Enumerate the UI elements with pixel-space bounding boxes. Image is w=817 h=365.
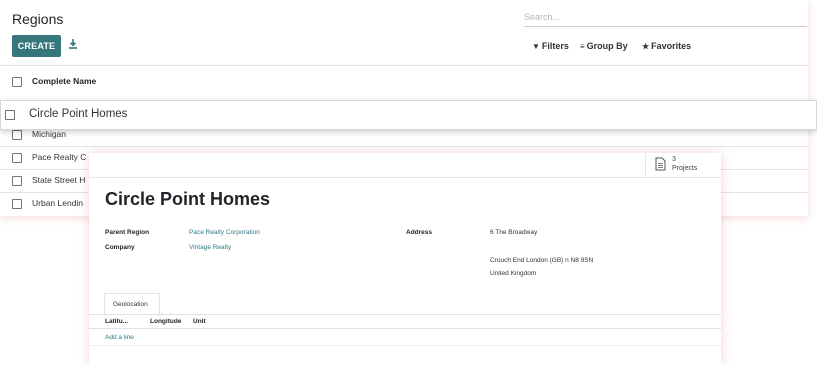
column-header-complete-name[interactable]: Complete Name	[32, 76, 96, 86]
row-name: Michigan	[32, 129, 67, 139]
column-header-unit[interactable]: Unit	[193, 318, 206, 325]
tab-divider	[89, 314, 721, 315]
row-checkbox[interactable]	[5, 110, 15, 120]
tab-geolocation-label: Geolocation	[113, 301, 148, 308]
column-header-latitude[interactable]: Latitu...	[105, 318, 128, 325]
projects-count: 3	[672, 156, 676, 163]
form-preview: 3 Projects Circle Point Homes Parent Reg…	[89, 153, 721, 365]
download-icon[interactable]	[67, 38, 79, 50]
projects-label: Projects	[672, 165, 698, 172]
company-label: Company	[105, 244, 135, 251]
row-name: Circle Point Homes	[29, 108, 128, 120]
button-box: 3 Projects	[89, 153, 721, 178]
address-country: United Kingdom	[490, 270, 537, 277]
row-checkbox[interactable]	[12, 199, 22, 209]
company-link[interactable]: Vintage Realty	[189, 244, 231, 251]
select-all-checkbox[interactable]	[12, 77, 22, 87]
record-name: Circle Point Homes	[105, 189, 271, 209]
row-name: Urban Lendin	[32, 198, 84, 208]
row-checkbox[interactable]	[12, 176, 22, 186]
star-icon: ★	[642, 42, 650, 51]
parent-region-link[interactable]: Pace Realty Corporation	[189, 229, 260, 236]
column-header-longitude[interactable]: Longitude	[150, 318, 181, 325]
projects-stat-button[interactable]: 3 Projects	[645, 153, 721, 177]
table-header-divider	[89, 328, 721, 329]
group-by-label: Group By	[586, 41, 628, 51]
tab-geolocation[interactable]: Geolocation	[104, 293, 160, 316]
filter-icon: ▼	[532, 42, 540, 51]
group-by-button[interactable]: ≡ Group By	[580, 41, 628, 51]
search-input[interactable]	[524, 8, 807, 27]
row-checkbox[interactable]	[12, 130, 22, 140]
parent-region-label: Parent Region	[105, 229, 150, 236]
address-city-zip: Crouch End London (GB) n N8 9SN	[490, 257, 594, 264]
favorites-button[interactable]: ★ Favorites	[642, 41, 691, 51]
document-icon	[655, 157, 666, 171]
row-name: Pace Realty C	[32, 152, 87, 162]
filters-button[interactable]: ▼ Filters	[532, 41, 569, 51]
add-line-link[interactable]: Add a line	[105, 334, 134, 341]
page-title: Regions	[12, 11, 64, 27]
favorites-label: Favorites	[651, 41, 692, 51]
address-label: Address	[406, 229, 433, 236]
filters-label: Filters	[541, 41, 569, 51]
group-by-icon: ≡	[580, 42, 585, 51]
dragged-row[interactable]: Circle Point Homes	[0, 100, 817, 130]
header-divider	[0, 65, 808, 66]
row-checkbox[interactable]	[12, 153, 22, 163]
address-street: 6 The Broadway	[490, 229, 538, 236]
table-divider	[89, 345, 721, 346]
row-name: State Street H	[32, 175, 86, 185]
create-button[interactable]: CREATE	[12, 35, 61, 57]
